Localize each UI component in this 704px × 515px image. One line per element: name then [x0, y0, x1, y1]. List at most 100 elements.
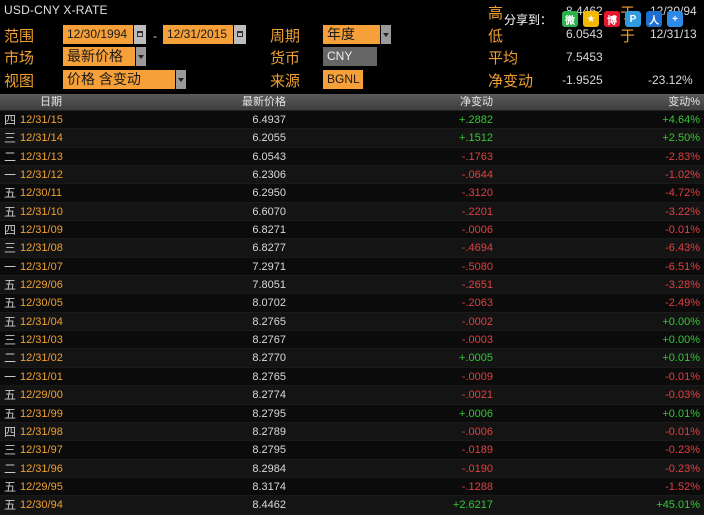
- pct-change-cell: +0.00%: [662, 315, 700, 328]
- pct-change-cell: +0.01%: [662, 352, 700, 365]
- net-change-cell: +.0006: [459, 407, 493, 420]
- col-header-price[interactable]: 最新价格: [78, 94, 286, 110]
- market-select[interactable]: 最新价格: [63, 47, 135, 66]
- market-dropdown-icon[interactable]: [136, 47, 146, 66]
- date-cell: 12/31/97: [20, 444, 63, 457]
- net-change-cell: -.0006: [461, 224, 493, 237]
- date-cell: 12/31/15: [20, 114, 63, 126]
- date-cell: 12/29/95: [20, 480, 63, 493]
- source-field[interactable]: BGNL: [323, 70, 363, 89]
- renren-icon[interactable]: 人: [646, 11, 663, 27]
- period-dropdown-icon[interactable]: [381, 25, 391, 44]
- date-cell: 12/31/04: [20, 315, 63, 328]
- start-calendar-icon[interactable]: [134, 25, 146, 44]
- view-dropdown-icon[interactable]: [176, 70, 186, 89]
- col-header-pct[interactable]: 变动%: [497, 94, 700, 110]
- price-cell: 8.2767: [252, 334, 286, 347]
- view-select[interactable]: 价格 含变动: [63, 70, 175, 89]
- col-header-date[interactable]: 日期: [40, 94, 62, 110]
- date-cell: 12/31/10: [20, 205, 63, 218]
- net-change-cell: -.0644: [461, 169, 493, 182]
- table-row[interactable]: 一 12/31/12 6.2306 -.0644 -1.02%: [0, 166, 704, 185]
- net-change-cell: -.2651: [461, 279, 493, 292]
- date-cell: 12/29/06: [20, 279, 63, 292]
- table-header: 日期 最新价格 净变动 变动%: [0, 94, 704, 111]
- net-change-cell: -.3120: [461, 187, 493, 200]
- price-cell: 6.0543: [252, 150, 286, 163]
- date-cell: 12/31/02: [20, 352, 63, 365]
- net-change-cell: -.0006: [461, 425, 493, 438]
- table-row[interactable]: 一 12/31/07 7.2971 -.5080 -6.51%: [0, 257, 704, 277]
- table-row[interactable]: 五 12/31/10 6.6070 -.2201 -3.22%: [0, 202, 704, 222]
- table-row[interactable]: 五 12/29/95 8.3174 -.1288 -1.52%: [0, 477, 704, 497]
- pct-change-cell: -0.03%: [665, 389, 700, 402]
- table-row[interactable]: 四 12/31/98 8.2789 -.0006 -0.01%: [0, 422, 704, 442]
- date-cell: 12/31/03: [20, 334, 63, 347]
- pct-change-cell: +2.50%: [662, 132, 700, 145]
- start-date-input[interactable]: 12/30/1994: [63, 25, 133, 44]
- table-row[interactable]: 五 12/30/94 8.4462 +2.6217 +45.01%: [0, 496, 704, 515]
- net-change-cell: +.1512: [459, 132, 493, 145]
- pct-change-cell: -1.52%: [665, 480, 700, 493]
- date-cell: 12/31/12: [20, 169, 63, 182]
- date-cell: 12/31/96: [20, 462, 63, 475]
- table-row[interactable]: 五 12/31/04 8.2765 -.0002 +0.00%: [0, 312, 704, 332]
- date-cell: 12/31/08: [20, 242, 63, 255]
- pct-change-cell: -0.23%: [665, 444, 700, 457]
- view-label: 视图: [4, 73, 35, 90]
- table-row[interactable]: 四 12/31/09 6.8271 -.0006 -0.01%: [0, 221, 704, 240]
- wechat-icon[interactable]: 微: [562, 11, 579, 27]
- table-row[interactable]: 二 12/31/02 8.2770 +.0005 +0.01%: [0, 349, 704, 368]
- pct-change-cell: -6.51%: [665, 260, 700, 273]
- qzone-icon[interactable]: ★: [583, 11, 600, 27]
- weekday-cell: 五: [4, 479, 17, 494]
- net-change-value: -1.9525: [562, 73, 603, 87]
- date-cell: 12/31/09: [20, 224, 63, 237]
- price-cell: 6.2306: [252, 169, 286, 182]
- date-cell: 12/30/05: [20, 297, 63, 310]
- table-row[interactable]: 二 12/31/13 6.0543 -.1763 -2.83%: [0, 147, 704, 167]
- range-label: 范围: [4, 28, 35, 45]
- currency-label: 货币: [270, 50, 301, 67]
- price-cell: 8.2770: [252, 352, 286, 365]
- header-panel: USD-CNY X-RATE 范围 12/30/1994 - 12/31/201…: [0, 0, 704, 94]
- share-label: 分享到：: [504, 12, 553, 27]
- price-cell: 6.4937: [252, 114, 286, 126]
- date-cell: 12/31/99: [20, 407, 63, 420]
- weekday-cell: 五: [4, 204, 17, 219]
- net-change-cell: +.0005: [459, 352, 493, 365]
- table-row[interactable]: 五 12/31/99 8.2795 +.0006 +0.01%: [0, 404, 704, 423]
- table-row[interactable]: 三 12/31/14 6.2055 +.1512 +2.50%: [0, 129, 704, 148]
- table-row[interactable]: 一 12/31/01 8.2765 -.0009 -0.01%: [0, 367, 704, 387]
- table-row[interactable]: 五 12/29/06 7.8051 -.2651 -3.28%: [0, 276, 704, 295]
- table-row[interactable]: 三 12/31/97 8.2795 -.0189 -0.23%: [0, 441, 704, 460]
- table-row[interactable]: 五 12/30/11 6.2950 -.3120 -4.72%: [0, 184, 704, 203]
- table-row[interactable]: 三 12/31/08 6.8277 -.4694 -6.43%: [0, 239, 704, 258]
- pct-change-cell: +45.01%: [656, 499, 700, 512]
- col-header-net[interactable]: 净变动: [290, 94, 493, 110]
- pct-change-cell: -4.72%: [665, 187, 700, 200]
- net-change-cell: -.1763: [461, 150, 493, 163]
- weekday-cell: 二: [4, 149, 17, 164]
- price-cell: 6.6070: [252, 205, 286, 218]
- end-date-input[interactable]: 12/31/2015: [163, 25, 233, 44]
- more-share-icon[interactable]: +: [667, 11, 684, 27]
- weekday-cell: 二: [4, 461, 17, 476]
- table-row[interactable]: 五 12/30/05 8.0702 -.2063 -2.49%: [0, 294, 704, 313]
- table-row[interactable]: 五 12/29/00 8.2774 -.0021 -0.03%: [0, 386, 704, 405]
- weekday-cell: 一: [4, 168, 17, 183]
- weekday-cell: 二: [4, 351, 17, 366]
- weekday-cell: 五: [4, 278, 17, 293]
- end-calendar-icon[interactable]: [234, 25, 246, 44]
- price-cell: 7.2971: [252, 260, 286, 273]
- weekday-cell: 五: [4, 388, 17, 403]
- table-row[interactable]: 四 12/31/15 6.4937 +.2882 +4.64%: [0, 111, 704, 130]
- table-row[interactable]: 二 12/31/96 8.2984 -.0190 -0.23%: [0, 459, 704, 478]
- tencent-weibo-icon[interactable]: P: [625, 11, 642, 27]
- table-row[interactable]: 三 12/31/03 8.2767 -.0003 +0.00%: [0, 331, 704, 350]
- period-select[interactable]: 年度: [323, 25, 380, 44]
- currency-field[interactable]: CNY: [323, 47, 377, 66]
- weekday-cell: 五: [4, 498, 17, 513]
- weibo-icon[interactable]: 博: [604, 11, 621, 27]
- high-label: 高: [488, 5, 504, 22]
